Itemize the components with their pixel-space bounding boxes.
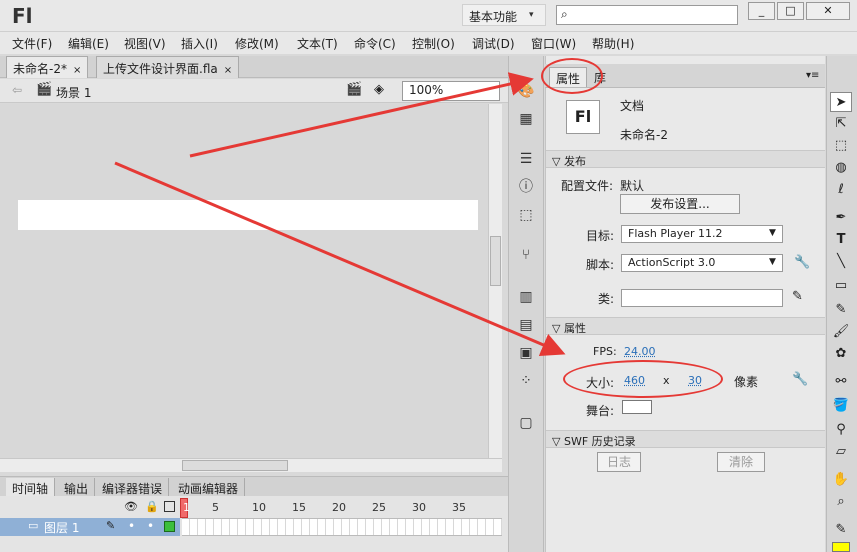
annotation-arrow-size xyxy=(114,161,566,357)
annotation-arrows xyxy=(114,72,566,357)
annotation-arrow-properties xyxy=(189,72,534,158)
